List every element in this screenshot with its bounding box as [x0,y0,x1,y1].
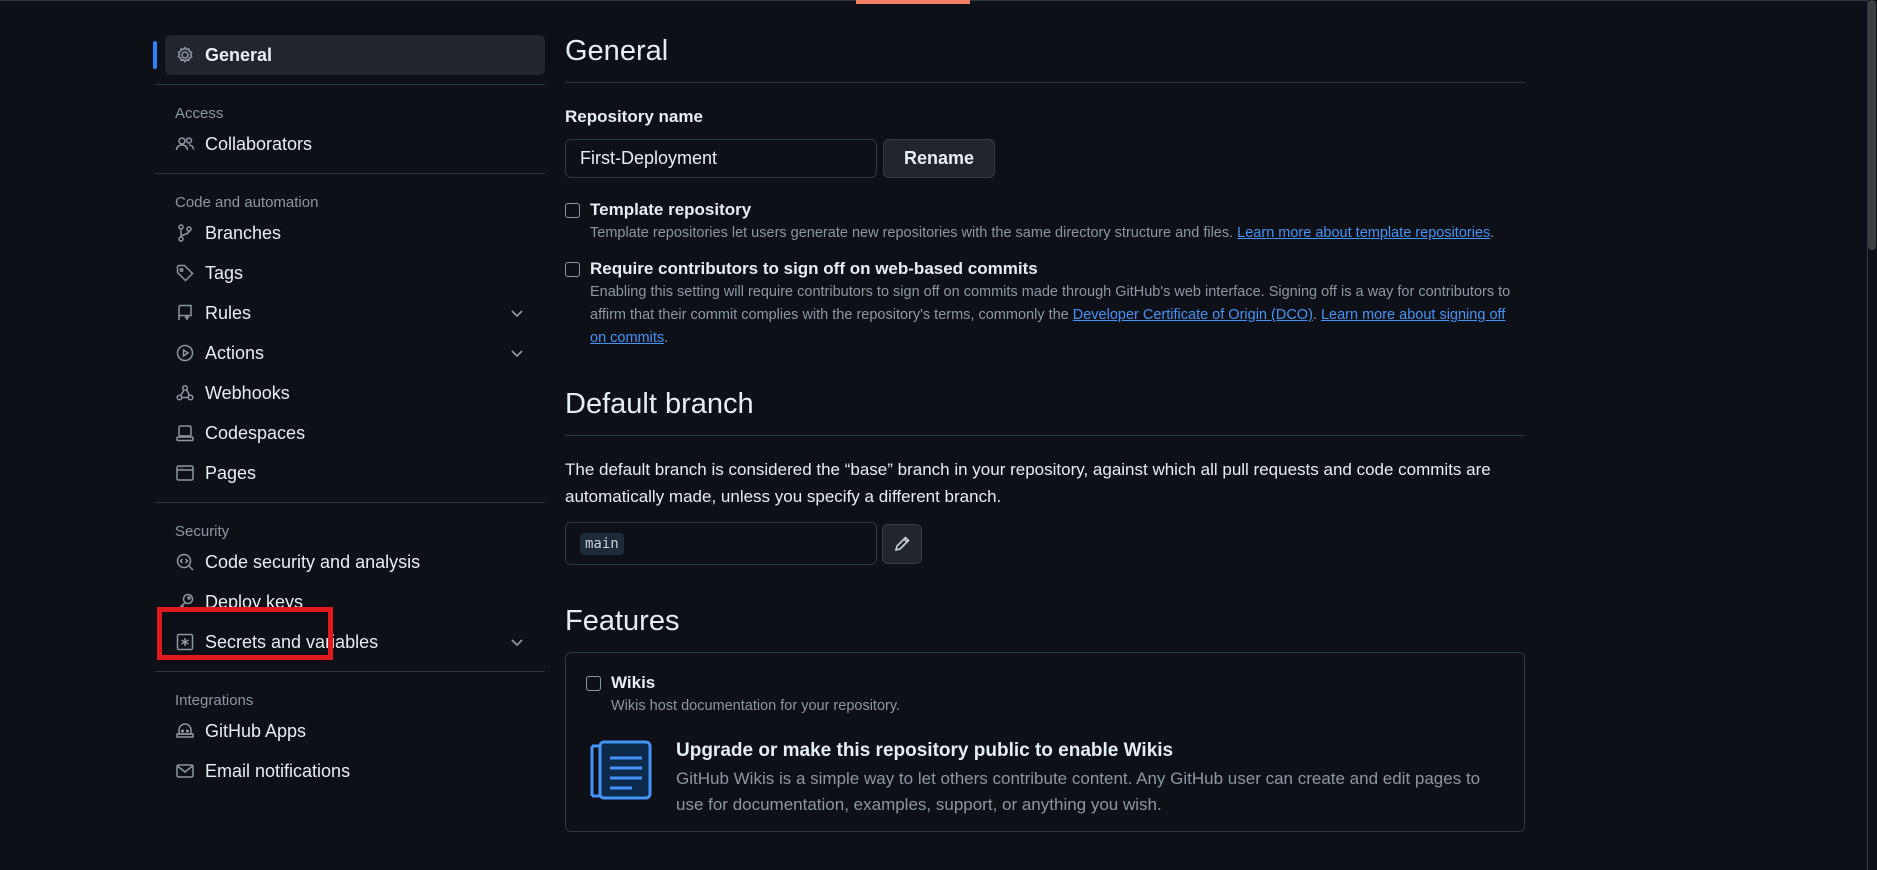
signoff-desc: Enabling this setting will require contr… [590,284,1511,346]
top-border [0,0,1877,4]
pencil-icon [894,535,910,551]
sidebar-item-code-security[interactable]: Code security and analysis [155,542,545,582]
repository-name-input[interactable]: First-Deployment [565,139,877,178]
features-heading: Features [565,605,680,637]
default-branch-description: The default branch is considered the “ba… [565,460,1491,506]
template-learn-more-link[interactable]: Learn more about template repositories [1237,225,1490,241]
repository-name-label: Repository name [565,107,703,126]
settings-sidebar: General Access Collaborators Code and au… [153,35,545,791]
template-desc-text: Template repositories let users generate… [590,225,1234,241]
asterisk-box-icon [175,632,195,652]
wikis-checkbox[interactable] [586,676,601,691]
gear-icon [175,45,195,65]
sidebar-item-label: Actions [205,342,265,363]
sidebar-item-rules[interactable]: Rules [155,293,545,333]
chevron-down-icon[interactable] [509,634,525,650]
sidebar-item-secrets[interactable]: Secrets and variables [155,622,545,662]
sidebar-item-codespaces[interactable]: Codespaces [155,413,545,453]
section-heading-security: Security [175,523,230,540]
section-heading-code-automation: Code and automation [175,194,319,211]
dco-link[interactable]: Developer Certificate of Origin (DCO) [1073,307,1313,323]
active-tab-underline [856,0,970,4]
template-repository-desc: Template repositories let users generate… [590,225,1495,241]
signoff-title: Require contributors to sign off on web-… [590,259,1038,278]
signoff-checkbox[interactable] [565,262,580,277]
sidebar-item-label: Collaborators [205,133,313,154]
sidebar-item-label: Email notifications [205,760,351,781]
scrollbar-thumb[interactable] [1868,0,1876,250]
divider [155,84,545,85]
default-branch-field: main [565,522,877,565]
sidebar-item-webhooks[interactable]: Webhooks [155,373,545,413]
divider [155,502,545,503]
sidebar-item-label: Rules [205,302,252,323]
wikis-title: Wikis [611,673,656,692]
scrollbar[interactable] [1867,0,1877,870]
chevron-down-icon[interactable] [509,345,525,361]
template-repository-checkbox[interactable] [565,203,580,218]
upgrade-desc: GitHub Wikis is a simple way to let othe… [676,769,1481,814]
divider [155,671,545,672]
people-icon [175,134,195,154]
sidebar-item-label: Branches [205,222,282,243]
chevron-down-icon[interactable] [509,305,525,321]
sidebar-item-label: Tags [205,262,244,283]
codespaces-icon [175,423,195,443]
apps-icon [175,721,195,741]
sidebar-item-general[interactable]: General [153,35,545,75]
wikis-upgrade-callout: Upgrade or make this repository public t… [586,740,1504,818]
sidebar-item-label: General [205,44,273,65]
page-title: General [565,35,1525,83]
divider [155,173,545,174]
wikis-desc: Wikis host documentation for your reposi… [611,698,901,714]
edit-branch-button[interactable] [882,523,922,564]
section-heading-integrations: Integrations [175,692,254,709]
repo-push-icon [175,303,195,323]
sidebar-item-label: Webhooks [205,382,290,403]
sidebar-item-label: Pages [205,462,257,483]
browser-icon [175,463,195,483]
sidebar-item-collaborators[interactable]: Collaborators [155,124,545,164]
branch-icon [175,223,195,243]
webhook-icon [175,383,195,403]
tag-icon [175,263,195,283]
template-repository-title: Template repository [590,200,752,219]
default-branch-heading: Default branch [565,388,1525,436]
sidebar-item-github-apps[interactable]: GitHub Apps [155,711,545,751]
mail-icon [175,761,195,781]
settings-main: General Repository name First-Deployment… [565,35,1525,832]
sidebar-item-deploy-keys[interactable]: Deploy keys [155,582,545,622]
codescan-icon [175,552,195,572]
sidebar-item-label: Deploy keys [205,591,304,612]
sidebar-item-label: Code security and analysis [205,551,421,572]
branch-name: main [580,532,624,555]
sidebar-item-tags[interactable]: Tags [155,253,545,293]
sidebar-item-pages[interactable]: Pages [155,453,545,493]
sidebar-item-label: Codespaces [205,422,306,443]
key-icon [175,592,195,612]
book-icon [590,740,652,800]
features-box: Wikis Wikis host documentation for your … [565,652,1525,832]
sidebar-item-label: Secrets and variables [205,631,379,652]
section-heading-access: Access [175,105,224,122]
sidebar-item-label: GitHub Apps [205,720,307,741]
play-icon [175,343,195,363]
sidebar-item-email-notifications[interactable]: Email notifications [155,751,545,791]
rename-button[interactable]: Rename [883,139,996,178]
sidebar-item-branches[interactable]: Branches [155,213,545,253]
sidebar-item-actions[interactable]: Actions [155,333,545,373]
upgrade-title: Upgrade or make this repository public t… [676,740,1174,761]
